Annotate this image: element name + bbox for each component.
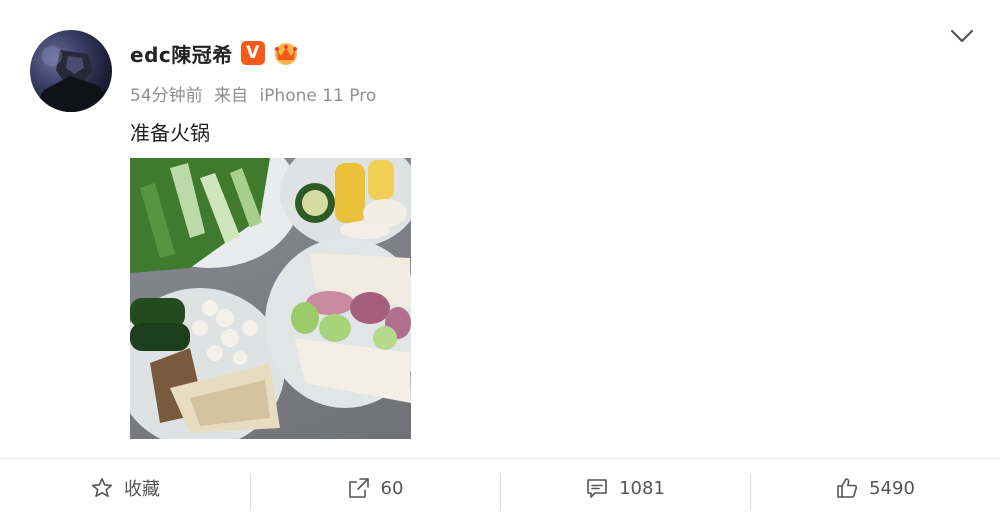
comment-button[interactable]: 1081	[500, 459, 750, 517]
thumbs-up-icon	[837, 478, 858, 498]
favorite-label: 收藏	[124, 479, 160, 500]
source-prefix: 来自	[214, 86, 249, 106]
username[interactable]: edc陳冠希	[130, 39, 233, 68]
source-device: iPhone 11 Pro	[259, 86, 377, 106]
post-time[interactable]: 54分钟前	[130, 86, 203, 106]
avatar-image	[30, 46, 112, 112]
comment-icon	[587, 479, 607, 498]
avatar[interactable]	[30, 30, 112, 112]
post-photo[interactable]	[130, 158, 411, 439]
favorite-button[interactable]: 收藏	[0, 459, 250, 517]
comment-count: 1081	[619, 477, 665, 499]
crown-member-icon[interactable]	[271, 40, 301, 66]
share-arrow-icon	[348, 478, 369, 498]
post-meta: 54分钟前 来自 iPhone 11 Pro	[130, 81, 382, 106]
like-count: 5490	[869, 477, 915, 499]
repost-count: 60	[380, 477, 404, 499]
like-button[interactable]: 5490	[750, 459, 1000, 517]
chevron-down-icon[interactable]	[948, 26, 976, 46]
weibo-post: edc陳冠希 V 54分钟前 来自 iPhone 11 Pro 准备火锅	[0, 0, 1000, 460]
verified-v-icon[interactable]: V	[240, 41, 265, 65]
star-icon	[91, 478, 113, 497]
post-text: 准备火锅	[130, 121, 210, 145]
username-row: edc陳冠希 V	[130, 36, 301, 70]
repost-button[interactable]: 60	[250, 459, 500, 517]
hotpot-ingredients-photo	[130, 158, 411, 439]
action-bar: 收藏 60 1081 5490	[0, 458, 1000, 517]
